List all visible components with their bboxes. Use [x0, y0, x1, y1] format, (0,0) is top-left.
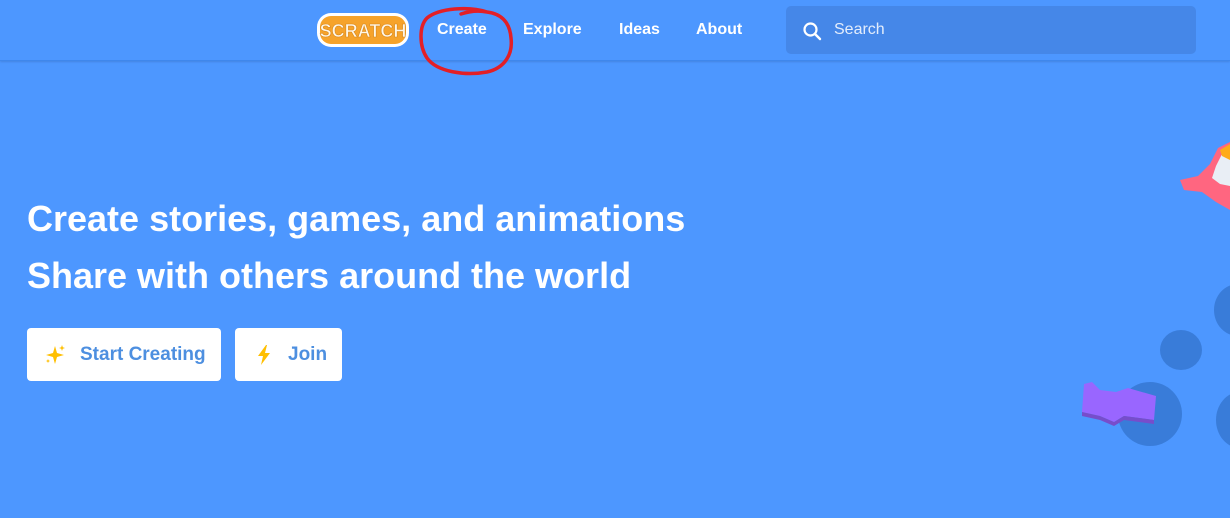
nav-link-create[interactable]: Create — [437, 19, 487, 41]
decor-purple-block — [1082, 382, 1156, 422]
search-box[interactable] — [786, 6, 1196, 54]
lightning-icon — [258, 345, 270, 365]
decor-yellow-shape — [1220, 144, 1230, 160]
top-navbar: SCRATCH SCRATCH Create Explore Ideas Abo… — [0, 0, 1230, 61]
join-button[interactable]: Join — [235, 328, 342, 381]
nav-link-ideas[interactable]: Ideas — [619, 19, 660, 41]
start-creating-label: Start Creating — [80, 344, 206, 365]
hero-headline: Create stories, games, and animations — [27, 198, 686, 239]
decor-blue-blob-1 — [1160, 330, 1202, 370]
nav-link-explore[interactable]: Explore — [523, 19, 582, 41]
decor-blue-blob-4 — [1216, 394, 1230, 446]
nav-link-about[interactable]: About — [696, 19, 742, 41]
sparkle-icon — [46, 345, 65, 364]
start-creating-button[interactable]: Start Creating — [27, 328, 221, 381]
decor-pink-shape — [1180, 142, 1230, 210]
search-input[interactable] — [834, 6, 1184, 54]
hero-subheadline: Share with others around the world — [27, 255, 632, 296]
scratch-logo[interactable]: SCRATCH SCRATCH — [316, 12, 410, 48]
scratch-logo-text: SCRATCH — [320, 21, 407, 41]
decor-blue-blob-3 — [1214, 285, 1230, 335]
hero-decoration — [1082, 142, 1230, 446]
decor-white-shape — [1212, 148, 1230, 186]
join-label: Join — [288, 344, 328, 365]
search-icon — [803, 22, 822, 41]
decor-blue-blob-2 — [1118, 382, 1182, 446]
